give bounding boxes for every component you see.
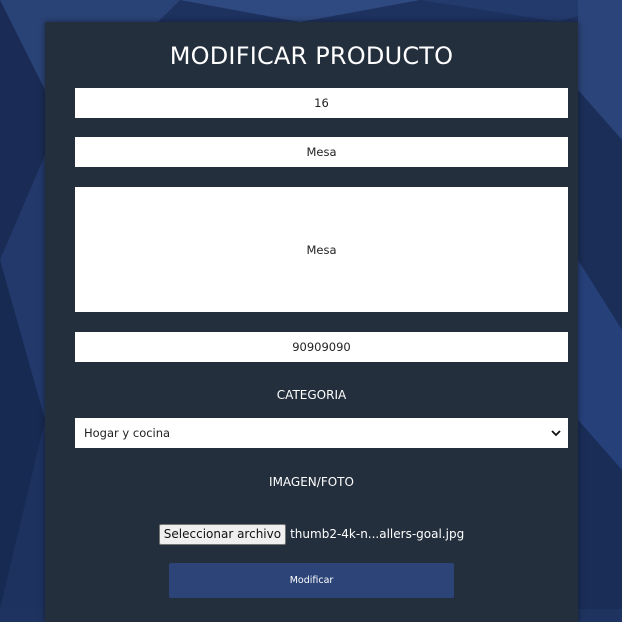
category-select[interactable]: Hogar y cocina [75,418,568,448]
chevron-down-icon [551,430,561,437]
file-picker: Seleccionar archivo thumb2-4k-n...allers… [45,523,578,545]
category-label: CATEGORIA [276,388,347,402]
product-description-field[interactable]: Mesa [75,187,568,312]
product-price-field[interactable]: 90909090 [75,332,568,362]
image-label: IMAGEN/FOTO [269,475,354,489]
selected-file-name: thumb2-4k-n...allers-goal.jpg [290,527,465,541]
product-id-field[interactable]: 16 [75,88,568,118]
edit-product-card: MODIFICAR PRODUCTO 16 Mesa Mesa 90909090… [45,22,578,622]
page-title: MODIFICAR PRODUCTO [169,42,454,70]
product-name-field[interactable]: Mesa [75,137,568,167]
choose-file-button[interactable]: Seleccionar archivo [158,523,287,545]
category-selected-value: Hogar y cocina [84,426,171,440]
modify-button[interactable]: Modificar [169,563,454,598]
